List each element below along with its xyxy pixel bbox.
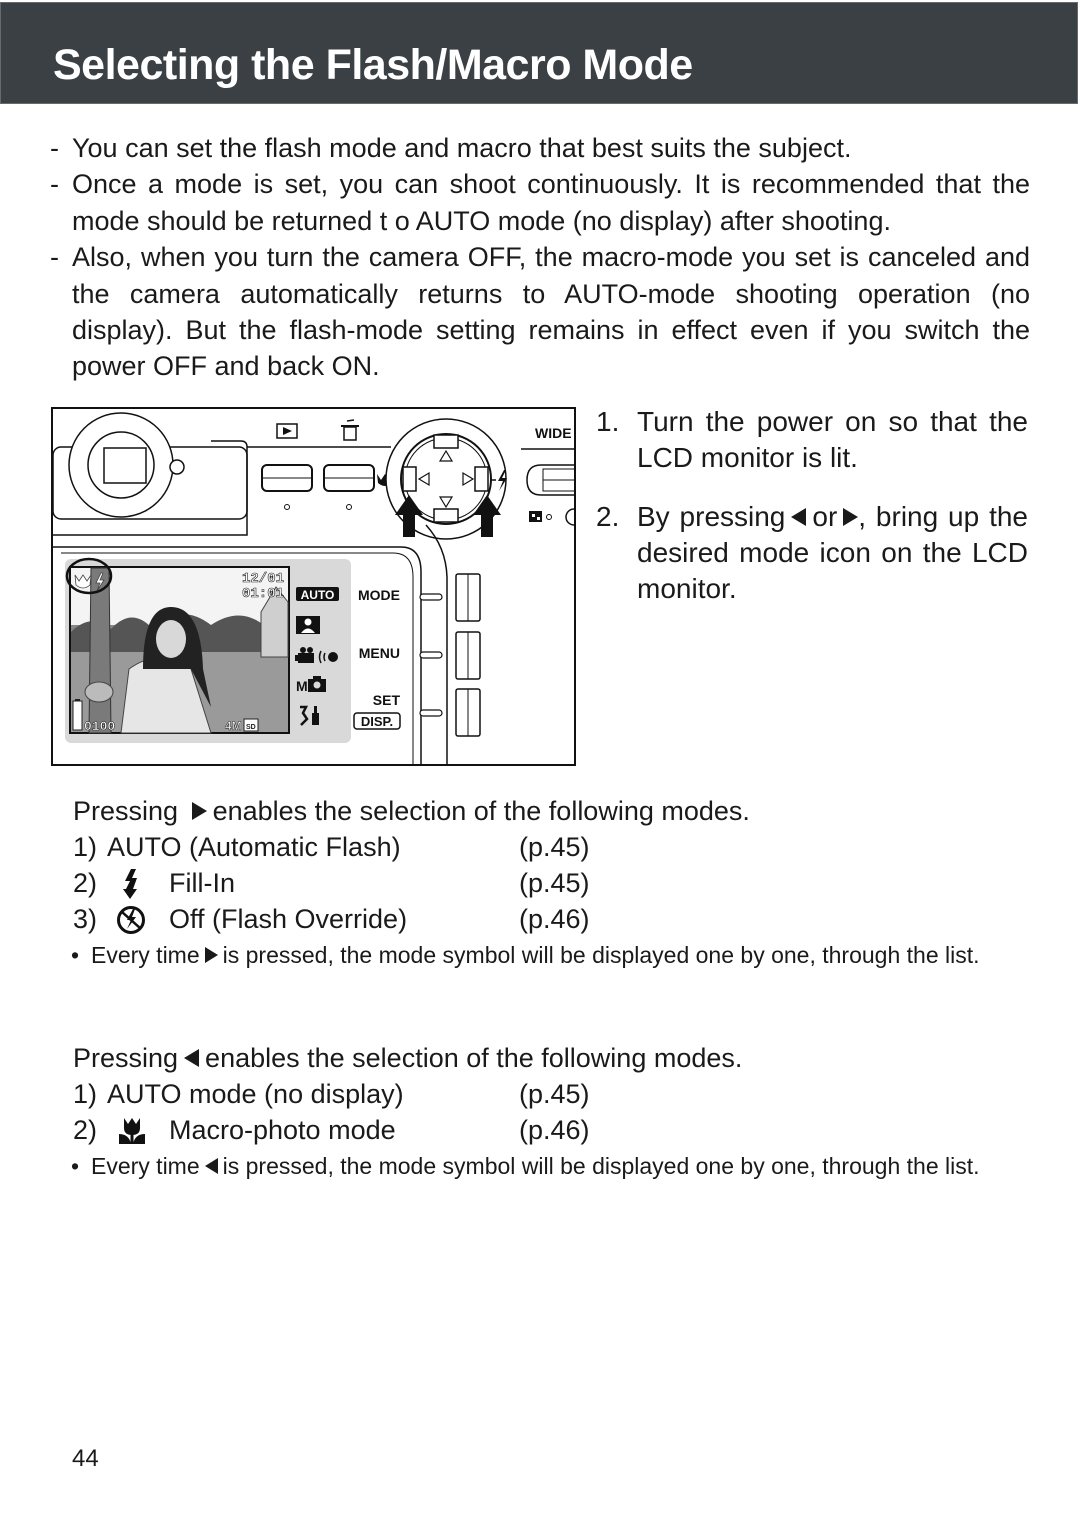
mode-row: 2) Macro-photo mode (p.46): [73, 1112, 1028, 1148]
intro-text: You can set the flash mode and macro tha…: [72, 133, 852, 163]
step-item: 1. Turn the power on so that the LCD mon…: [596, 404, 1028, 476]
lead-text: Pressing: [73, 1043, 179, 1073]
step-number: 2.: [596, 501, 620, 532]
page-reference: (p.45): [519, 832, 590, 862]
note-text: Every time is pressed, the mode symbol wi…: [91, 1150, 1028, 1182]
mode-label: AUTO mode (no display): [107, 1079, 404, 1109]
section-lead: Pressing enables the selection of the fo…: [73, 793, 1028, 829]
intro-item: - Also, when you turn the camera OFF, th…: [50, 239, 1030, 385]
page-reference: (p.46): [519, 1115, 590, 1145]
menu-button-label: MENU: [359, 645, 400, 661]
dash-marker: -: [50, 169, 59, 200]
mode-number: 2): [73, 1115, 98, 1145]
left-press-section: Pressing enables the selection of the fol…: [71, 1040, 1028, 1182]
note-text-part: Every time: [91, 1153, 200, 1179]
lcd-date: 12/01: [242, 571, 284, 587]
section-note: • Every time is pressed, the mode symbol …: [71, 939, 1028, 971]
step-number: 1.: [596, 406, 620, 437]
left-triangle-icon: [184, 1048, 200, 1067]
lcd-time: 01:01: [242, 586, 284, 602]
playback-icon: [276, 423, 298, 439]
lead-text: Pressing: [73, 796, 179, 826]
lead-text: enables the selection of the following m…: [212, 796, 750, 826]
dash-marker: -: [50, 242, 59, 273]
right-triangle-icon: [204, 946, 218, 963]
step-item: 2. By pressing or, bring up the desired m…: [596, 499, 1028, 607]
mode-label: Off (Flash Override): [169, 904, 408, 934]
step-text-part: By pressing: [637, 501, 786, 532]
section-lead: Pressing enables the selection of the fol…: [73, 1040, 1028, 1076]
lcd-resolution: 4M: [225, 719, 242, 733]
left-triangle-icon: [204, 1157, 218, 1174]
page-title: Selecting the Flash/Macro Mode: [53, 41, 693, 89]
page-reference: (p.45): [519, 1079, 590, 1109]
camera-back-illustration: WIDE 12/01 01:01 0100 4M SD AUTO M MODE …: [51, 407, 576, 767]
mode-label: AUTO (Automatic Flash): [107, 832, 401, 862]
right-triangle-icon: [191, 801, 207, 820]
page-reference: (p.45): [519, 868, 590, 898]
mode-label: Fill-In: [169, 868, 235, 898]
intro-text: Once a mode is set, you can shoot contin…: [72, 169, 1030, 236]
mode-number: 1): [73, 1079, 98, 1109]
mode-number: 1): [73, 832, 98, 862]
mode-row: 1) AUTO (Automatic Flash) (p.45): [73, 829, 1028, 865]
lcd-frame-count: 0100: [84, 719, 115, 734]
intro-text: Also, when you turn the camera OFF, the …: [72, 242, 1030, 382]
page-header: Selecting the Flash/Macro Mode: [0, 2, 1078, 104]
page-reference: (p.46): [519, 904, 590, 934]
intro-item: - You can set the flash mode and macro t…: [50, 130, 1030, 166]
section-note: • Every time is pressed, the mode symbol …: [71, 1150, 1028, 1182]
note-text-part: is pressed, the mode symbol will be disp…: [222, 1153, 980, 1179]
mode-row: 2) Fill-In (p.45): [73, 865, 1028, 901]
instruction-steps: 1. Turn the power on so that the LCD mon…: [596, 404, 1028, 630]
mode-row: 3) Off (Flash Override) (p.46): [73, 901, 1028, 937]
note-text-part: Every time: [91, 942, 200, 968]
zoom-wide-label: WIDE: [535, 425, 572, 441]
mode-button-label: MODE: [358, 587, 400, 603]
lcd-photo: 12/01 01:01 0100 4M SD: [69, 566, 290, 734]
bullet-marker: •: [71, 942, 80, 968]
bullet-marker: •: [71, 1153, 80, 1179]
page-number: 44: [72, 1445, 99, 1472]
step-text-part: or: [812, 501, 838, 532]
auto-mode-icon: AUTO: [301, 588, 335, 602]
mode-number: 2): [73, 868, 98, 898]
note-text: Every time is pressed, the mode symbol wi…: [91, 939, 1028, 971]
dash-marker: -: [50, 133, 59, 163]
manual-m-label: M: [296, 678, 308, 694]
flash-fill-in-icon: [123, 869, 137, 899]
macro-icon: [119, 1118, 145, 1144]
mode-number: 3): [73, 904, 98, 934]
right-triangle-icon: [843, 507, 859, 526]
lcd-card: SD: [246, 724, 256, 731]
step-text: By pressing or, bring up the desired mode…: [637, 499, 1028, 607]
portrait-icon: [296, 616, 320, 634]
intro-list: - You can set the flash mode and macro t…: [50, 130, 1030, 385]
set-button-label: SET: [373, 692, 401, 708]
lead-text: enables the selection of the following m…: [205, 1043, 743, 1073]
flash-off-icon: [117, 906, 145, 934]
right-press-section: Pressing enables the selection of the fo…: [71, 793, 1028, 971]
battery-icon: [72, 700, 83, 731]
intro-item: - Once a mode is set, you can shoot cont…: [50, 166, 1030, 239]
disp-button-label: DISP.: [361, 714, 393, 729]
mode-row: 1) AUTO mode (no display) (p.45): [73, 1076, 1028, 1112]
step-text: Turn the power on so that the LCD monito…: [637, 406, 1028, 473]
mode-label: Macro-photo mode: [169, 1115, 396, 1145]
note-text-part: is pressed, the mode symbol will be disp…: [222, 942, 980, 968]
left-triangle-icon: [791, 507, 807, 526]
